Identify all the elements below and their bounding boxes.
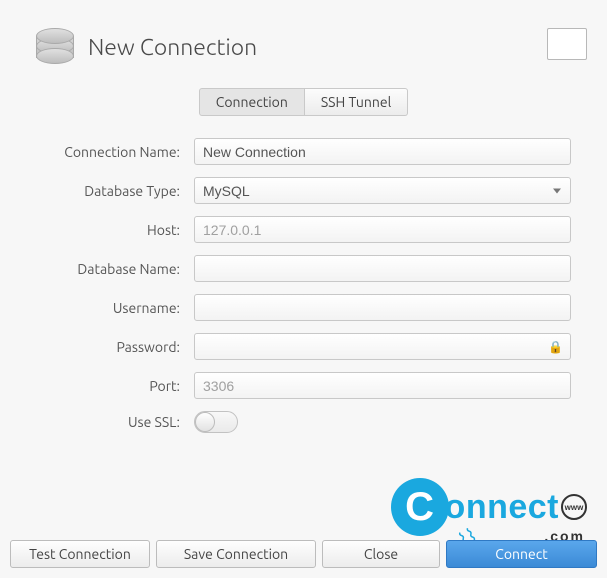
database-type-value[interactable] [194, 177, 571, 204]
header-thumbnail-box [547, 28, 587, 60]
port-input[interactable] [194, 372, 571, 399]
host-input[interactable] [194, 216, 571, 243]
database-type-select[interactable] [194, 177, 571, 204]
label-database-type: Database Type: [20, 183, 180, 199]
username-input[interactable] [194, 294, 571, 321]
dialog-header: New Connection [10, 10, 597, 84]
label-use-ssl: Use SSL: [20, 414, 180, 430]
label-host: Host: [20, 222, 180, 238]
tab-connection[interactable]: Connection [199, 88, 305, 116]
save-connection-button[interactable]: Save Connection [156, 540, 316, 568]
test-connection-button[interactable]: Test Connection [10, 540, 150, 568]
label-connection-name: Connection Name: [20, 144, 180, 160]
label-password: Password: [20, 339, 180, 355]
watermark-letter: C [391, 478, 449, 536]
tab-bar: Connection SSH Tunnel [10, 88, 597, 116]
watermark-brand: onnect [445, 488, 559, 527]
use-ssl-toggle[interactable] [194, 411, 238, 433]
connect-button[interactable]: Connect [446, 540, 597, 568]
toggle-knob [195, 412, 215, 432]
database-name-input[interactable] [194, 255, 571, 282]
globe-icon: www [561, 494, 587, 520]
label-username: Username: [20, 300, 180, 316]
connection-form: Connection Name: Database Type: Host: Da… [10, 138, 597, 433]
watermark-logo: C onnect www .com ⌇⌇ [391, 478, 587, 536]
connection-name-input[interactable] [194, 138, 571, 165]
dialog-title: New Connection [88, 35, 257, 60]
password-input[interactable] [194, 333, 571, 360]
label-database-name: Database Name: [20, 261, 180, 277]
close-button[interactable]: Close [322, 540, 440, 568]
button-bar: Test Connection Save Connection Close Co… [10, 540, 597, 568]
label-port: Port: [20, 378, 180, 394]
tab-ssh-tunnel[interactable]: SSH Tunnel [305, 88, 408, 116]
database-icon [36, 28, 74, 66]
